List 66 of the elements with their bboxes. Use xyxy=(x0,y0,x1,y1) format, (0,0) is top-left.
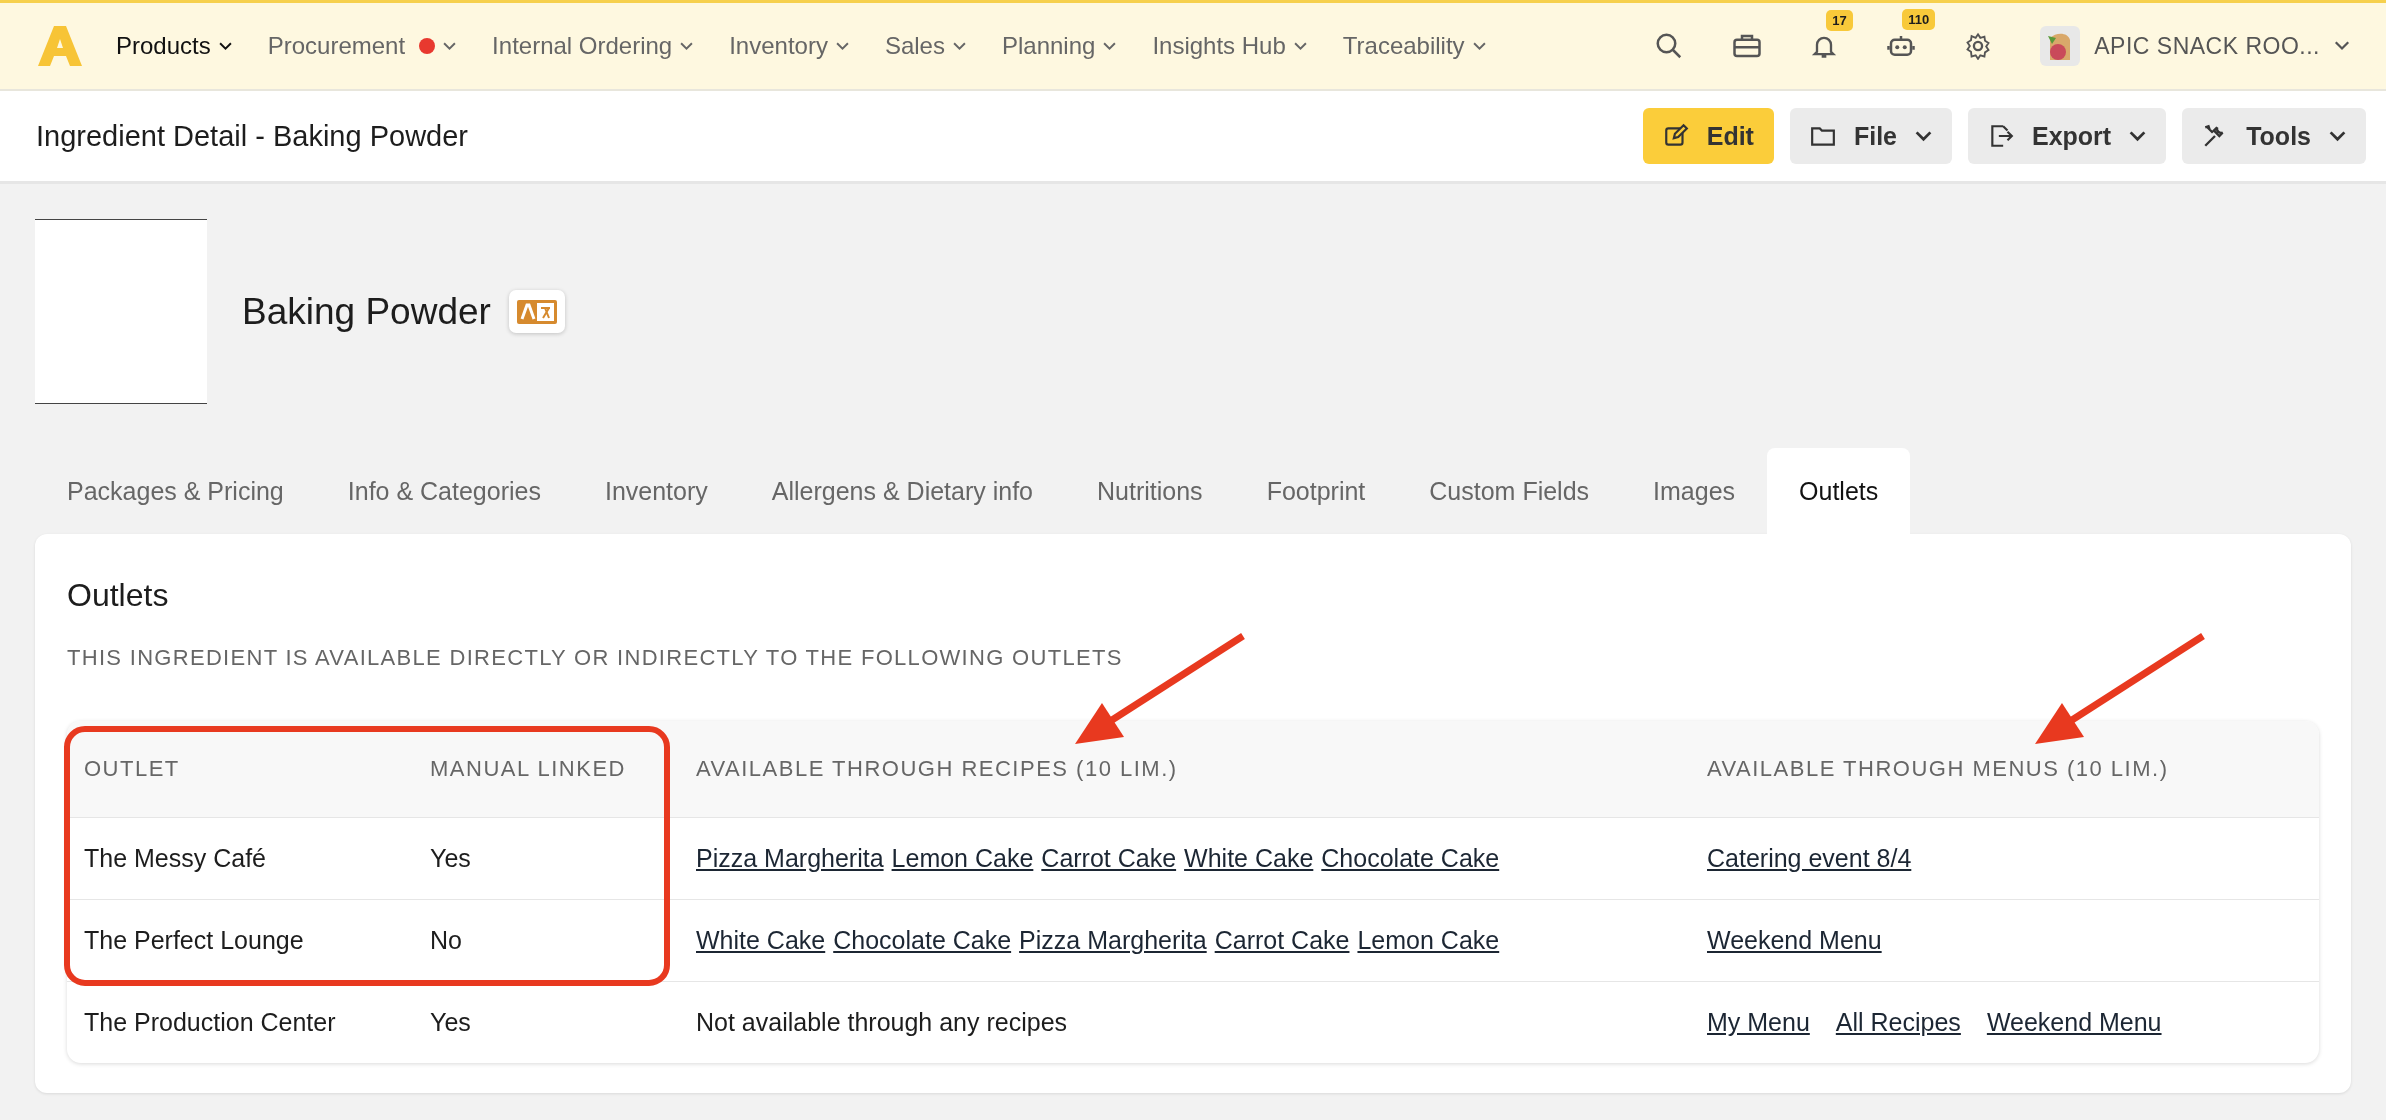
table-cell-text: No xyxy=(429,926,463,955)
nav-menu-item[interactable]: Planning xyxy=(1001,32,1117,60)
ingredient-name: Baking Powder xyxy=(242,290,491,333)
alert-dot xyxy=(419,38,436,54)
recipe-link[interactable]: Carrot Cake xyxy=(1041,844,1177,873)
chevron-down-icon xyxy=(2129,130,2147,142)
tab[interactable]: Custom Fields xyxy=(1397,448,1622,534)
avatar-icon xyxy=(2040,26,2081,66)
tab[interactable]: Footprint xyxy=(1234,448,1398,534)
table-cell-text: The Perfect Lounge xyxy=(83,926,305,955)
settings-icon[interactable] xyxy=(1964,32,1993,60)
recipe-link[interactable]: Lemon Cake xyxy=(1357,926,1500,955)
translate-button[interactable] xyxy=(508,290,565,333)
menu-link[interactable]: Catering event 8/4 xyxy=(1707,844,1912,873)
section-title: Outlets xyxy=(67,577,170,614)
recipe-link[interactable]: Lemon Cake xyxy=(891,844,1034,873)
tab[interactable]: Packages & Pricing xyxy=(35,448,316,534)
recipe-link[interactable]: White Cake xyxy=(696,926,826,955)
column-header: OUTLET xyxy=(83,756,181,782)
nav-menu-item[interactable]: Traceability xyxy=(1342,32,1486,60)
tab[interactable]: Outlets xyxy=(1767,448,1911,534)
table-cell-text: The Production Center xyxy=(83,1008,337,1037)
notification-count: 17 xyxy=(1826,10,1853,31)
account-menu[interactable]: APIC SNACK ROO... xyxy=(2040,26,2350,66)
section-subtitle: THIS INGREDIENT IS AVAILABLE DIRECTLY OR INDIRECTLY TO THE FOLLOWING OUTLETS xyxy=(67,645,1124,671)
table-cell-text: The Messy Café xyxy=(83,844,267,873)
nav-menu-item[interactable]: Procurement xyxy=(267,32,457,60)
recipe-link[interactable]: White Cake xyxy=(1184,844,1314,873)
nav-menu-item[interactable]: Insights Hub xyxy=(1152,32,1307,60)
recipe-link[interactable]: Chocolate Cake xyxy=(833,926,1012,955)
menu-link[interactable]: Weekend Menu xyxy=(1986,1008,2162,1037)
recipe-link[interactable]: Chocolate Cake xyxy=(1321,844,1500,873)
menu-link[interactable]: My Menu xyxy=(1707,1008,1810,1037)
export-icon xyxy=(1988,123,2014,149)
page-title: Ingredient Detail - Baking Powder xyxy=(36,119,468,153)
tools-menu-button[interactable]: Tools xyxy=(2182,108,2366,164)
tab[interactable]: Nutritions xyxy=(1065,448,1235,534)
chevron-down-icon[interactable] xyxy=(218,41,232,51)
nav-menu-item[interactable]: Products xyxy=(116,32,232,60)
chevron-down-icon xyxy=(1915,130,1932,142)
column-header: AVAILABLE THROUGH MENUS (10 LIM.) xyxy=(1706,756,2170,782)
recipe-link[interactable]: Pizza Margherita xyxy=(1019,926,1207,955)
menu-link[interactable]: Weekend Menu xyxy=(1707,926,1882,955)
table-cell-text: Not available through any recipes xyxy=(695,1008,1069,1037)
recipe-link[interactable]: Carrot Cake xyxy=(1214,926,1350,955)
file-menu-button[interactable]: File xyxy=(1789,108,1952,164)
pencil-square-icon xyxy=(1662,123,1689,149)
column-header: AVAILABLE THROUGH RECIPES (10 LIM.) xyxy=(695,756,1179,782)
nav-menu-item[interactable]: Sales xyxy=(884,32,966,60)
tab[interactable]: Info & Categories xyxy=(315,448,573,534)
menu-link[interactable]: All Recipes xyxy=(1835,1008,1961,1037)
recipe-link[interactable]: Pizza Margherita xyxy=(696,844,884,873)
nav-menu-item[interactable]: Inventory xyxy=(729,32,849,60)
export-menu-button[interactable]: Export xyxy=(1968,108,2167,164)
edit-button[interactable]: Edit xyxy=(1642,108,1774,164)
tab[interactable]: Images xyxy=(1621,448,1768,534)
tab[interactable]: Allergens & Dietary info xyxy=(739,448,1066,534)
column-header: MANUAL LINKED xyxy=(429,756,627,782)
translate-icon xyxy=(516,300,557,324)
chevron-down-icon xyxy=(2334,41,2350,51)
table-cell-text: Yes xyxy=(429,844,472,873)
tab[interactable]: Inventory xyxy=(572,448,740,534)
assistant-count: 110 xyxy=(1902,9,1936,30)
chevron-down-icon xyxy=(2329,130,2346,142)
nav-menu-item[interactable]: Internal Ordering xyxy=(492,32,694,60)
table-cell-text: Yes xyxy=(429,1008,472,1037)
